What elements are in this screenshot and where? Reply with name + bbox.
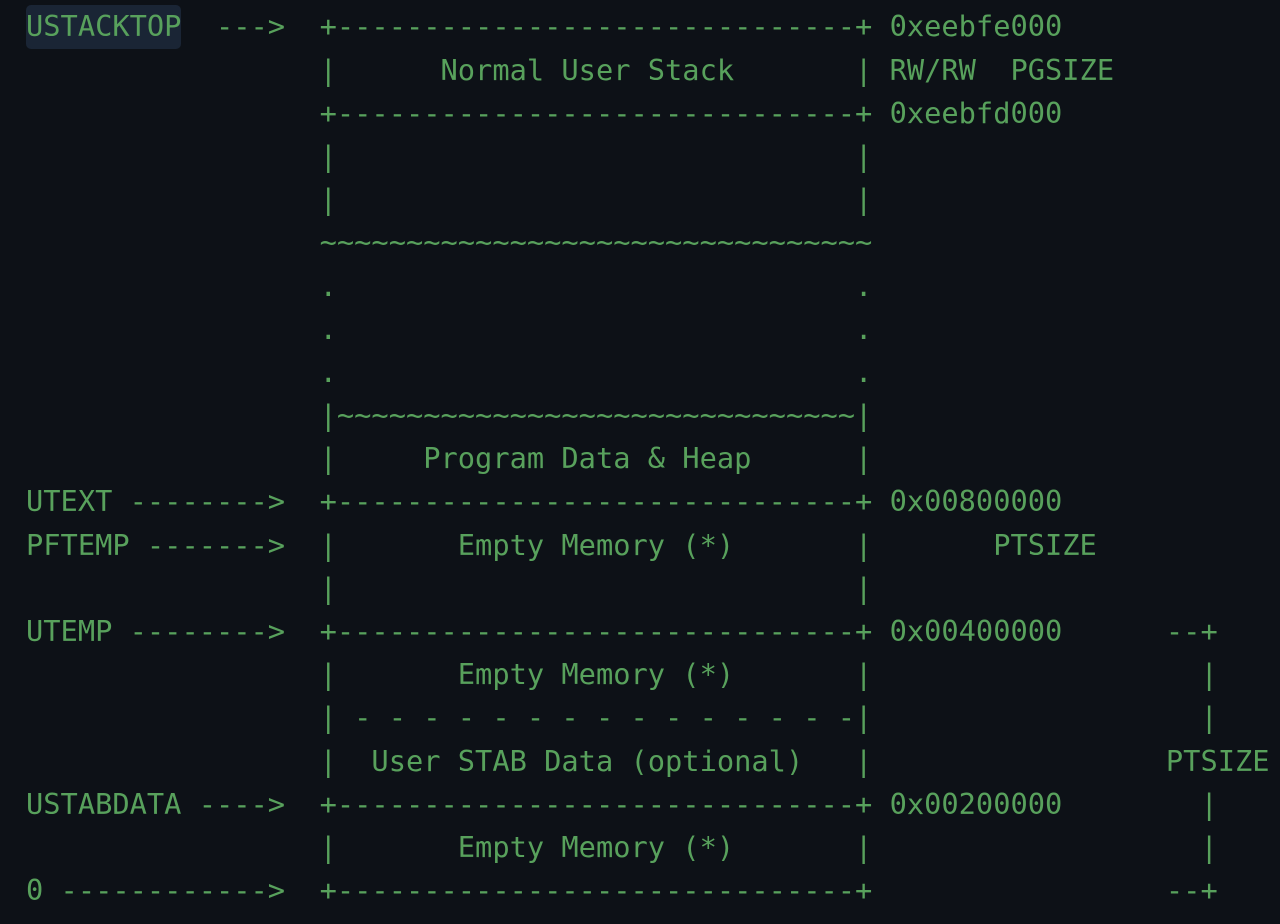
diagram-line-heap: | Program Data & Heap |: [26, 441, 873, 476]
diagram-line: | |: [26, 182, 873, 217]
diagram-line-pftemp: PFTEMP -------> | Empty Memory (*) | PTS…: [26, 527, 1097, 562]
diagram-line: +------------------------------+ 0xeebfd…: [26, 95, 1063, 130]
diagram-line: | |: [26, 570, 873, 605]
diagram-line: . .: [26, 268, 873, 303]
diagram-line-zero: 0 ------------> +-----------------------…: [26, 873, 1218, 908]
diagram-line: | Empty Memory (*) | |: [26, 657, 1218, 692]
diagram-line: ~~~~~~~~~~~~~~~~~~~~~~~~~~~~~~~~: [26, 225, 873, 260]
diagram-line: | |: [26, 138, 873, 173]
memory-layout-diagram: | | USTACKTOP ---> +---------------------…: [26, 0, 1270, 912]
diagram-line-user-stack: | Normal User Stack | RW/RW PGSIZE: [26, 52, 1115, 87]
diagram-line-utext: UTEXT --------> +-----------------------…: [26, 484, 1063, 519]
diagram-line: . .: [26, 354, 873, 389]
diagram-line-ustacktop: USTACKTOP ---> +------------------------…: [26, 9, 1063, 44]
diagram-line: |~~~~~~~~~~~~~~~~~~~~~~~~~~~~~~|: [26, 398, 873, 433]
diagram-line-stab: | User STAB Data (optional) | PTSIZE: [26, 743, 1270, 778]
diagram-line: . .: [26, 311, 873, 346]
diagram-line: | - - - - - - - - - - - - - - -| |: [26, 700, 1218, 735]
diagram-line-ustabdata: USTABDATA ----> +-----------------------…: [26, 786, 1218, 821]
diagram-line-utemp: UTEMP --------> +-----------------------…: [26, 614, 1218, 649]
diagram-line: | Empty Memory (*) | |: [26, 829, 1218, 864]
